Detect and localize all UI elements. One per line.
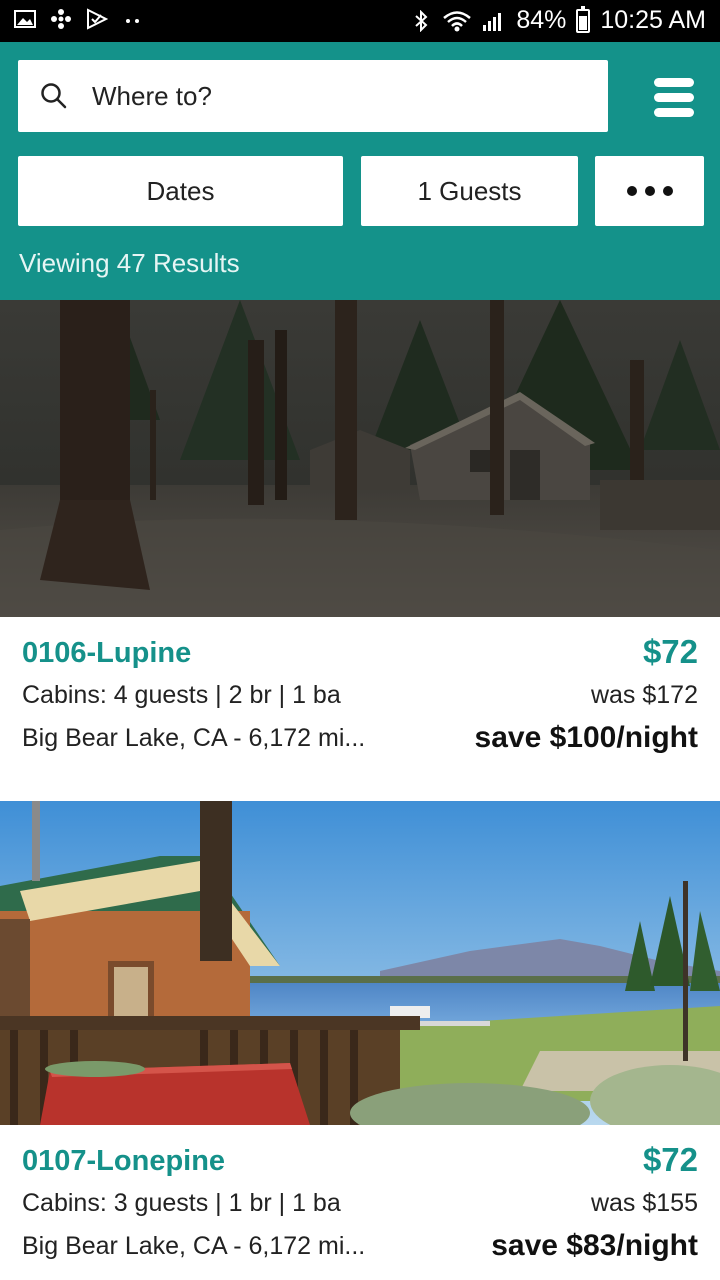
battery-icon xyxy=(576,5,591,33)
guests-button[interactable]: 1 Guests xyxy=(361,156,578,226)
notification-icons xyxy=(14,8,144,30)
more-notifications-icon xyxy=(126,19,139,23)
app-check-icon xyxy=(87,8,108,30)
listing-location: Big Bear Lake, CA - 6,172 mi... xyxy=(22,724,366,752)
search-input[interactable] xyxy=(92,74,592,118)
listing-original-price: was $155 xyxy=(590,1189,698,1217)
search-icon xyxy=(41,83,67,109)
wifi-icon xyxy=(443,10,472,31)
listing-name[interactable]: 0107-Lonepine xyxy=(22,1145,225,1178)
listing-savings: save $100/night xyxy=(474,721,698,754)
bluetooth-icon xyxy=(415,9,428,32)
listing-price: $72 xyxy=(642,1141,698,1178)
search-bar[interactable] xyxy=(18,60,608,132)
status-bar: 84% 10:25 AM xyxy=(0,0,720,42)
dates-button[interactable]: Dates xyxy=(18,156,343,226)
search-header: Dates 1 Guests Viewing 47 Results xyxy=(0,42,720,300)
cabin-forest-photo xyxy=(0,300,720,617)
listing-savings: save $83/night xyxy=(491,1229,698,1262)
listing-details: Cabins: 3 guests | 1 br | 1 ba xyxy=(22,1189,341,1217)
listing-photo-lonepine[interactable] xyxy=(0,801,720,1125)
gallery-icon xyxy=(14,10,36,28)
listing-location: Big Bear Lake, CA - 6,172 mi... xyxy=(22,1232,366,1260)
results-count: Viewing 47 Results xyxy=(19,248,240,278)
clock: 10:25 AM xyxy=(600,6,706,34)
listing-card-lupine[interactable]: 0106-Lupine Cabins: 4 guests | 2 br | 1 … xyxy=(0,617,720,801)
signal-icon xyxy=(483,12,502,31)
fan-icon xyxy=(51,9,71,29)
status-right: 84% 10:25 AM xyxy=(410,5,706,35)
battery-percent: 84% xyxy=(516,6,567,34)
listing-photo-lupine[interactable] xyxy=(0,300,720,617)
listing-original-price: was $172 xyxy=(590,681,698,709)
more-dots-icon xyxy=(626,186,673,196)
listing-card-lonepine[interactable]: 0107-Lonepine Cabins: 3 guests | 1 br | … xyxy=(0,1125,720,1280)
listing-price: $72 xyxy=(642,633,698,670)
listing-name[interactable]: 0106-Lupine xyxy=(22,637,191,670)
more-filters-button[interactable] xyxy=(595,156,704,226)
hamburger-menu-icon[interactable] xyxy=(654,78,696,118)
listing-details: Cabins: 4 guests | 2 br | 1 ba xyxy=(22,681,341,709)
lake-view-photo xyxy=(0,801,720,1125)
